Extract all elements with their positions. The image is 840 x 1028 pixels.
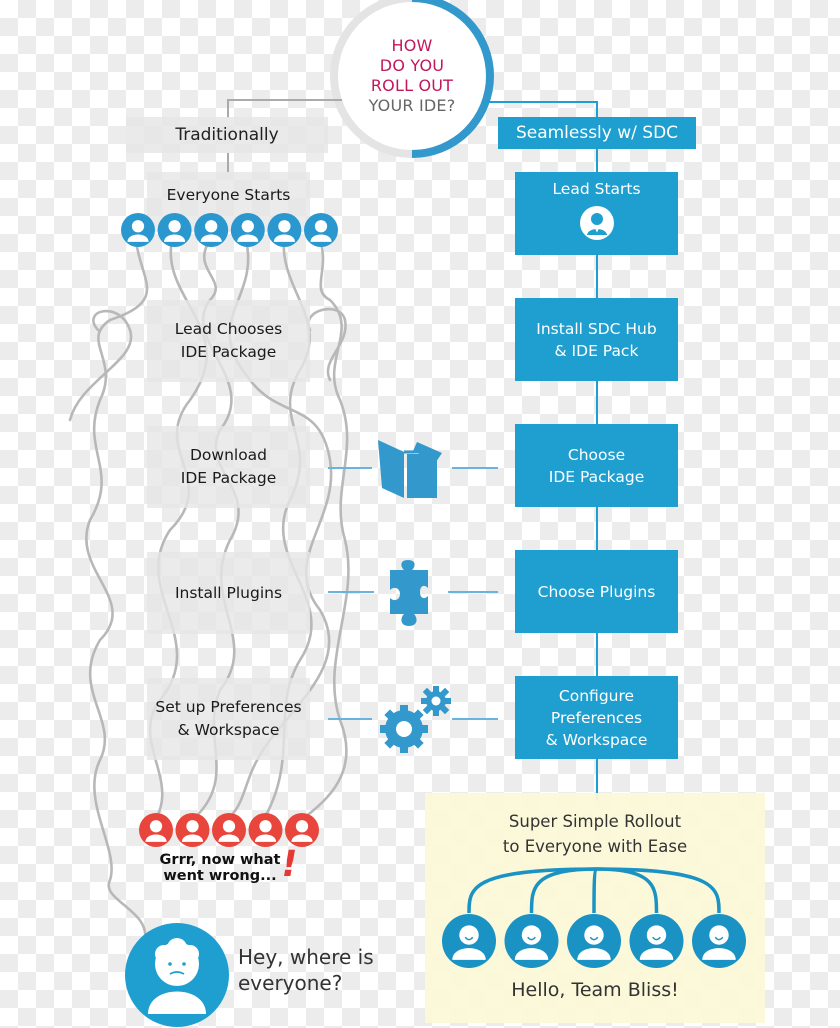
lead-user-icon [579, 205, 614, 240]
frustrated-user-icon [212, 813, 246, 847]
start-user-icon [230, 213, 265, 247]
sdc-step-choose-plugins: Choose Plugins [515, 550, 678, 633]
start-user-icon [194, 213, 229, 247]
frustrated-user-icon [139, 813, 173, 847]
team-branch-line [529, 867, 598, 914]
happy-user-icon [442, 914, 496, 968]
frustrated-user-icon [175, 813, 210, 847]
start-user-icon [304, 213, 338, 247]
start-user-icon [267, 213, 302, 247]
team-branch-line [596, 867, 659, 914]
start-user-icon [121, 213, 155, 247]
puzzle-piece-icon [390, 560, 428, 626]
lonely-caption: Hey, where is everyone? [238, 945, 374, 995]
team-branch-line [592, 867, 599, 914]
sad-user-icon [125, 923, 229, 1027]
bliss-caption: Hello, Team Bliss! [511, 979, 679, 1001]
sdc-step-choose-package: Choose IDE Package [515, 424, 678, 507]
gears-icon [380, 686, 451, 753]
happy-user-icon [692, 914, 746, 968]
sdc-step-install-hub: Install SDC Hub & IDE Pack [515, 298, 678, 381]
happy-user-icon [629, 914, 684, 968]
happy-user-icon [504, 914, 559, 968]
open-box-icon [378, 440, 442, 498]
start-user-icon [157, 213, 192, 247]
frustrated-user-icon [285, 813, 319, 847]
bliss-result-panel: Super Simple Rollout to Everyone with Ea… [425, 793, 765, 1023]
sdc-step-configure: Configure Preferences & Workspace [515, 676, 678, 759]
frustrated-user-icon [248, 813, 283, 847]
sdc-step-lead-starts: Lead Starts [515, 172, 678, 255]
happy-user-icon [567, 914, 621, 968]
frustrated-caption: Grrr, now what went wrong... [159, 852, 281, 884]
